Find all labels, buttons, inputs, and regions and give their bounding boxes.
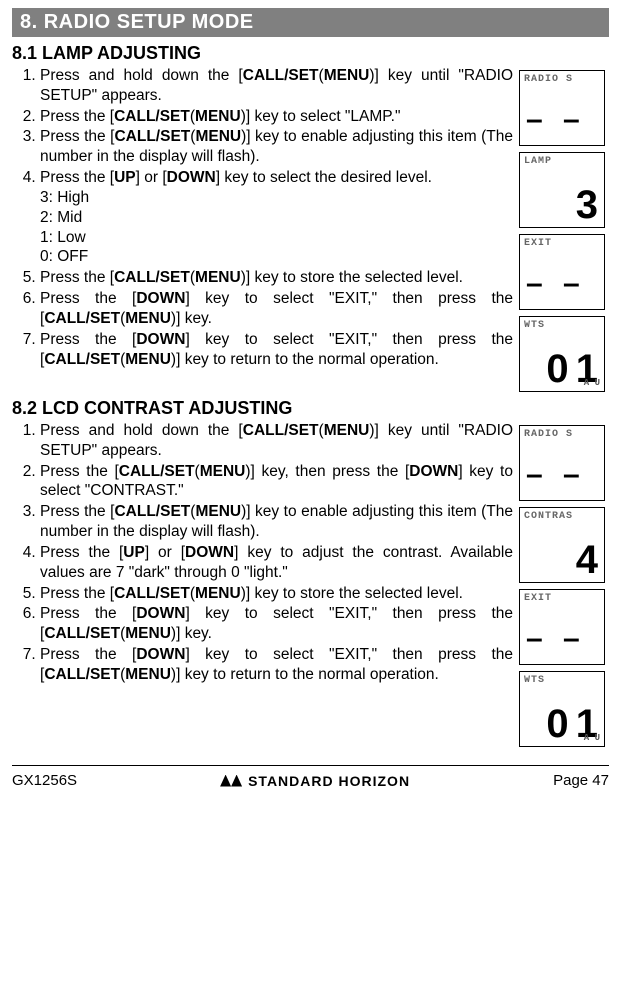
step-6: Press the [DOWN] key to select "EXIT," t… xyxy=(40,289,513,329)
step-5: Press the [CALL/SET(MENU)] key to store … xyxy=(40,584,513,604)
step-1: Press and hold down the [CALL/SET(MENU)]… xyxy=(40,66,513,106)
level-1: 1: Low xyxy=(40,228,513,248)
steps-list-contrast: Press and hold down the [CALL/SET(MENU)]… xyxy=(12,421,513,685)
subsection-title-lamp: 8.1 LAMP ADJUSTING xyxy=(12,43,609,64)
lcd-column-2: RADIO S – – CONTRAS 4 EXIT – – WTS 0 1 A… xyxy=(519,421,609,747)
lcd-screen: EXIT – – xyxy=(519,234,605,310)
step-7: Press the [DOWN] key to select "EXIT," t… xyxy=(40,330,513,370)
lcd-screen: WTS 0 1 A U xyxy=(519,316,605,392)
lcd-column-1: RADIO S – – LAMP 3 EXIT – – WTS 0 1 A U xyxy=(519,66,609,392)
subsection-title-contrast: 8.2 LCD CONTRAST ADJUSTING xyxy=(12,398,609,419)
lcd-screen: RADIO S – – xyxy=(519,425,605,501)
level-0: 0: OFF xyxy=(40,247,513,267)
step-3: Press the [CALL/SET(MENU)] key to enable… xyxy=(40,502,513,542)
page-number: Page 47 xyxy=(553,772,609,789)
step-1: Press and hold down the [CALL/SET(MENU)]… xyxy=(40,421,513,461)
logo-mark-icon xyxy=(220,775,242,787)
lcd-screen: RADIO S – – xyxy=(519,70,605,146)
steps-list-lamp: Press and hold down the [CALL/SET(MENU)]… xyxy=(12,66,513,369)
level-3: 3: High xyxy=(40,188,513,208)
footer-divider xyxy=(12,765,609,766)
lcd-screen: WTS 0 1 A U xyxy=(519,671,605,747)
lcd-screen: CONTRAS 4 xyxy=(519,507,605,583)
step-7: Press the [DOWN] key to select "EXIT," t… xyxy=(40,645,513,685)
step-4: Press the [UP] or [DOWN] key to adjust t… xyxy=(40,543,513,583)
step-4: Press the [UP] or [DOWN] key to select t… xyxy=(40,168,513,267)
brand-logo: STANDARD HORIZON xyxy=(220,773,410,789)
lcd-screen: EXIT – – xyxy=(519,589,605,665)
page-footer: GX1256S STANDARD HORIZON Page 47 xyxy=(12,770,609,795)
level-2: 2: Mid xyxy=(40,208,513,228)
step-2: Press the [CALL/SET(MENU)] key, then pre… xyxy=(40,462,513,502)
step-6: Press the [DOWN] key to select "EXIT," t… xyxy=(40,604,513,644)
step-5: Press the [CALL/SET(MENU)] key to store … xyxy=(40,268,513,288)
model-number: GX1256S xyxy=(12,772,77,789)
step-2: Press the [CALL/SET(MENU)] key to select… xyxy=(40,107,513,127)
section-header: 8. RADIO SETUP MODE xyxy=(12,8,609,37)
lcd-screen: LAMP 3 xyxy=(519,152,605,228)
step-3: Press the [CALL/SET(MENU)] key to enable… xyxy=(40,127,513,167)
